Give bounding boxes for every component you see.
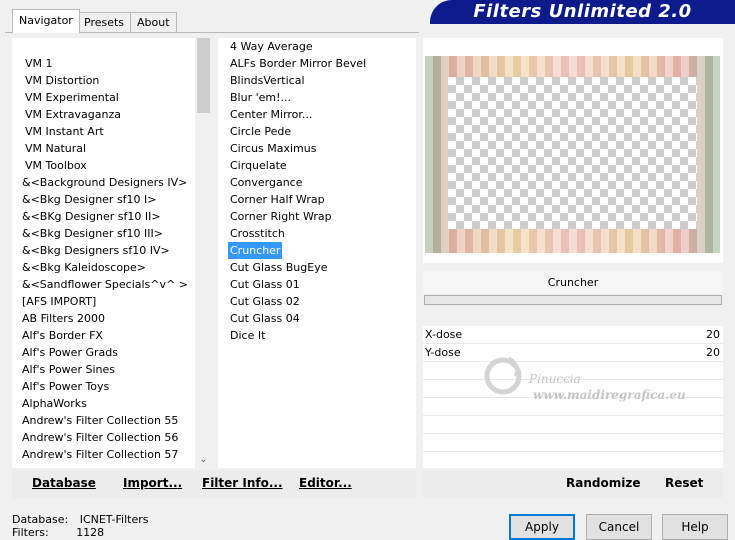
category-item[interactable]: Andrew's Filter Collection 57: [22, 446, 178, 463]
category-list[interactable]: VM 1 VM Distortion VM Experimental VM Extra…: [12, 38, 212, 468]
filter-item[interactable]: Circle Pede: [228, 123, 293, 140]
status-database-value: ICNET-Filters: [79, 513, 149, 526]
scroll-down-icon[interactable]: ⌄: [195, 451, 212, 468]
preview-panel: [423, 38, 723, 263]
category-item[interactable]: &<Bkg Designers sf10 IV>: [22, 242, 170, 259]
filter-item[interactable]: Blur 'em!...: [228, 89, 293, 106]
filter-item[interactable]: Dice It: [228, 327, 267, 344]
filter-item[interactable]: Corner Right Wrap: [228, 208, 334, 225]
filter-item[interactable]: Cut Glass 04: [228, 310, 302, 327]
category-item[interactable]: &<Bkg Designer sf10 III>: [22, 225, 163, 242]
category-item[interactable]: Andrew's Filter Collection 55: [22, 412, 178, 429]
category-item[interactable]: VM Toolbox: [25, 157, 87, 174]
category-item[interactable]: &<Bkg Kaleidoscope>: [22, 259, 146, 276]
filter-item[interactable]: Cut Glass 02: [228, 293, 302, 310]
filter-item[interactable]: Crosstitch: [228, 225, 287, 242]
filter-item[interactable]: Cut Glass BugEye: [228, 259, 329, 276]
param-row-y-dose[interactable]: Y-dose 20: [423, 344, 723, 362]
category-item[interactable]: Alf's Power Toys: [22, 378, 109, 395]
filter-item[interactable]: Circus Maximus: [228, 140, 318, 157]
filter-item[interactable]: Cut Glass 01: [228, 276, 302, 293]
status-filters: Filters: 1128: [12, 526, 104, 539]
param-value[interactable]: 20: [706, 326, 720, 343]
filter-item[interactable]: BlindsVertical: [228, 72, 307, 89]
import-button[interactable]: Import...: [123, 476, 182, 490]
category-item[interactable]: &<Bkg Designer sf10 I>: [22, 191, 157, 208]
param-row-x-dose[interactable]: X-dose 20: [423, 326, 723, 344]
reset-button[interactable]: Reset: [665, 476, 703, 490]
filter-item[interactable]: ALFs Border Mirror Bevel: [228, 55, 368, 72]
database-button[interactable]: Database: [32, 476, 96, 490]
apply-button[interactable]: Apply: [509, 514, 575, 540]
filter-item[interactable]: Convergance: [228, 174, 305, 191]
category-item[interactable]: AlphaWorks: [22, 395, 87, 412]
watermark-logo-icon: [484, 356, 522, 395]
preview-image: [425, 56, 720, 253]
category-item[interactable]: Alf's Power Grads: [22, 344, 118, 361]
category-item[interactable]: AB Filters 2000: [22, 310, 105, 327]
category-scrollbar[interactable]: ⌄: [195, 38, 212, 468]
progress-bar: [424, 295, 722, 305]
status-database-label: Database:: [12, 513, 69, 526]
status-filters-value: 1128: [76, 526, 105, 539]
param-label: Y-dose: [425, 346, 461, 359]
randomize-button[interactable]: Randomize: [566, 476, 640, 490]
param-value[interactable]: 20: [706, 344, 720, 361]
watermark-name: Pinuccia: [529, 372, 581, 386]
scroll-thumb[interactable]: [197, 38, 210, 113]
parameter-panel: X-dose 20 Y-dose 20 Pinuccia www.maidire…: [423, 326, 723, 468]
category-item[interactable]: VM Experimental: [25, 89, 119, 106]
editor-button[interactable]: Editor...: [299, 476, 352, 490]
category-item[interactable]: [AFS IMPORT]: [22, 293, 96, 310]
param-row-empty: [423, 434, 723, 452]
filter-item[interactable]: Cirquelate: [228, 157, 289, 174]
category-item[interactable]: VM 1: [25, 55, 53, 72]
category-item[interactable]: VM Instant Art: [25, 123, 104, 140]
filter-item[interactable]: Center Mirror...: [228, 106, 314, 123]
tab-presets[interactable]: Presets: [77, 12, 132, 32]
cancel-button[interactable]: Cancel: [586, 514, 652, 540]
selected-filter-name: Cruncher: [423, 271, 723, 294]
category-item[interactable]: VM Natural: [25, 140, 86, 157]
category-item[interactable]: &<Background Designers IV>: [22, 174, 187, 191]
filter-info-button[interactable]: Filter Info...: [202, 476, 283, 490]
header-banner: Filters Unlimited 2.0: [430, 0, 735, 24]
category-item[interactable]: VM Extravaganza: [25, 106, 121, 123]
category-item[interactable]: Andrew's Filter Collection 56: [22, 429, 178, 446]
filter-item[interactable]: Corner Half Wrap: [228, 191, 327, 208]
param-row-empty: [423, 416, 723, 434]
category-item[interactable]: &<Sandflower Specials^v^ >: [22, 276, 188, 293]
watermark-url: www.maidiregrafica.eu: [533, 388, 686, 402]
tab-navigator[interactable]: Navigator: [12, 9, 80, 33]
status-filters-label: Filters:: [12, 526, 49, 539]
filter-item[interactable]: 4 Way Average: [228, 38, 315, 55]
param-label: X-dose: [425, 328, 463, 341]
help-button[interactable]: Help: [662, 514, 728, 540]
category-item[interactable]: &<BKg Designer sf10 II>: [22, 208, 161, 225]
filter-item[interactable]: Cruncher: [228, 242, 283, 259]
transparent-area: [448, 77, 697, 229]
category-item[interactable]: VM Distortion: [25, 72, 99, 89]
status-database: Database: ICNET-Filters: [12, 513, 148, 526]
app-title: Filters Unlimited 2.0: [473, 1, 692, 22]
filter-list[interactable]: 4 Way Average ALFs Border Mirror Bevel Bli…: [218, 38, 416, 468]
tab-about[interactable]: About: [130, 12, 177, 32]
category-item[interactable]: Alf's Border FX: [22, 327, 103, 344]
category-item[interactable]: Alf's Power Sines: [22, 361, 115, 378]
